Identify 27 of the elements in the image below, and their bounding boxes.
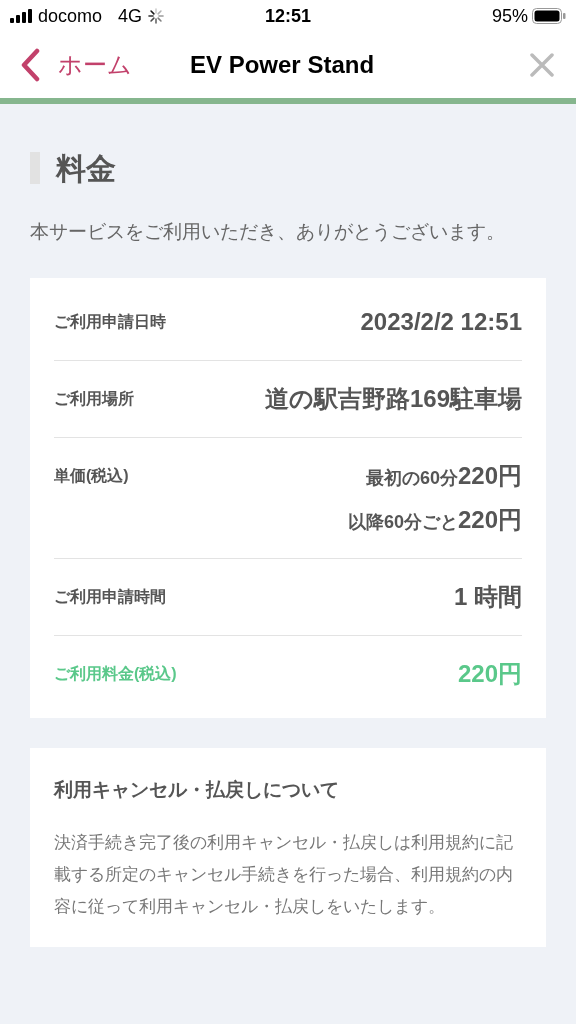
detail-label: ご利用場所 [54, 389, 134, 409]
battery-percent: 95% [491, 4, 528, 28]
detail-value: 道の駅吉野路169駐車場 [264, 384, 522, 414]
back-button[interactable]: ホーム [20, 47, 132, 83]
notice-text: 決済手続き完了後の利用キャンセル・払戻しは利用規約に記載する所定のキャンセル手続きを行った場合、利用規約の内容に従って利用キャンセル・払戻しをいたします。 [54, 831, 514, 918]
carrier-name: docomo [38, 4, 103, 28]
battery-icon [532, 8, 566, 24]
close-button[interactable] [528, 51, 556, 79]
chevron-left-icon [20, 48, 40, 82]
notice-title: 利用キャンセル・払戻しについて [54, 778, 340, 802]
detail-label: ご利用料金(税込) [54, 664, 177, 684]
detail-value: 220円 [457, 659, 522, 689]
detail-value: 2023/2/2 12:51 [360, 307, 522, 337]
signal-icon [10, 9, 32, 23]
section-heading: 料金 [56, 150, 116, 187]
loading-icon [148, 8, 165, 24]
detail-label: ご利用申請時間 [54, 587, 166, 607]
network-type: 4G [118, 4, 143, 28]
detail-value: 以降60分ごと220円 [347, 505, 522, 535]
intro-text: 本サービスをご利用いただき、ありがとうございます。 [30, 220, 506, 244]
clock: 12:51 [263, 4, 312, 28]
page-title: EV Power Stand [190, 50, 375, 80]
detail-label: ご利用申請日時 [54, 312, 166, 332]
detail-value: 最初の60分220円 [365, 461, 522, 491]
detail-label: 単価(税込) [54, 466, 129, 486]
detail-value: 1 時間 [454, 582, 522, 612]
close-icon [530, 53, 554, 77]
